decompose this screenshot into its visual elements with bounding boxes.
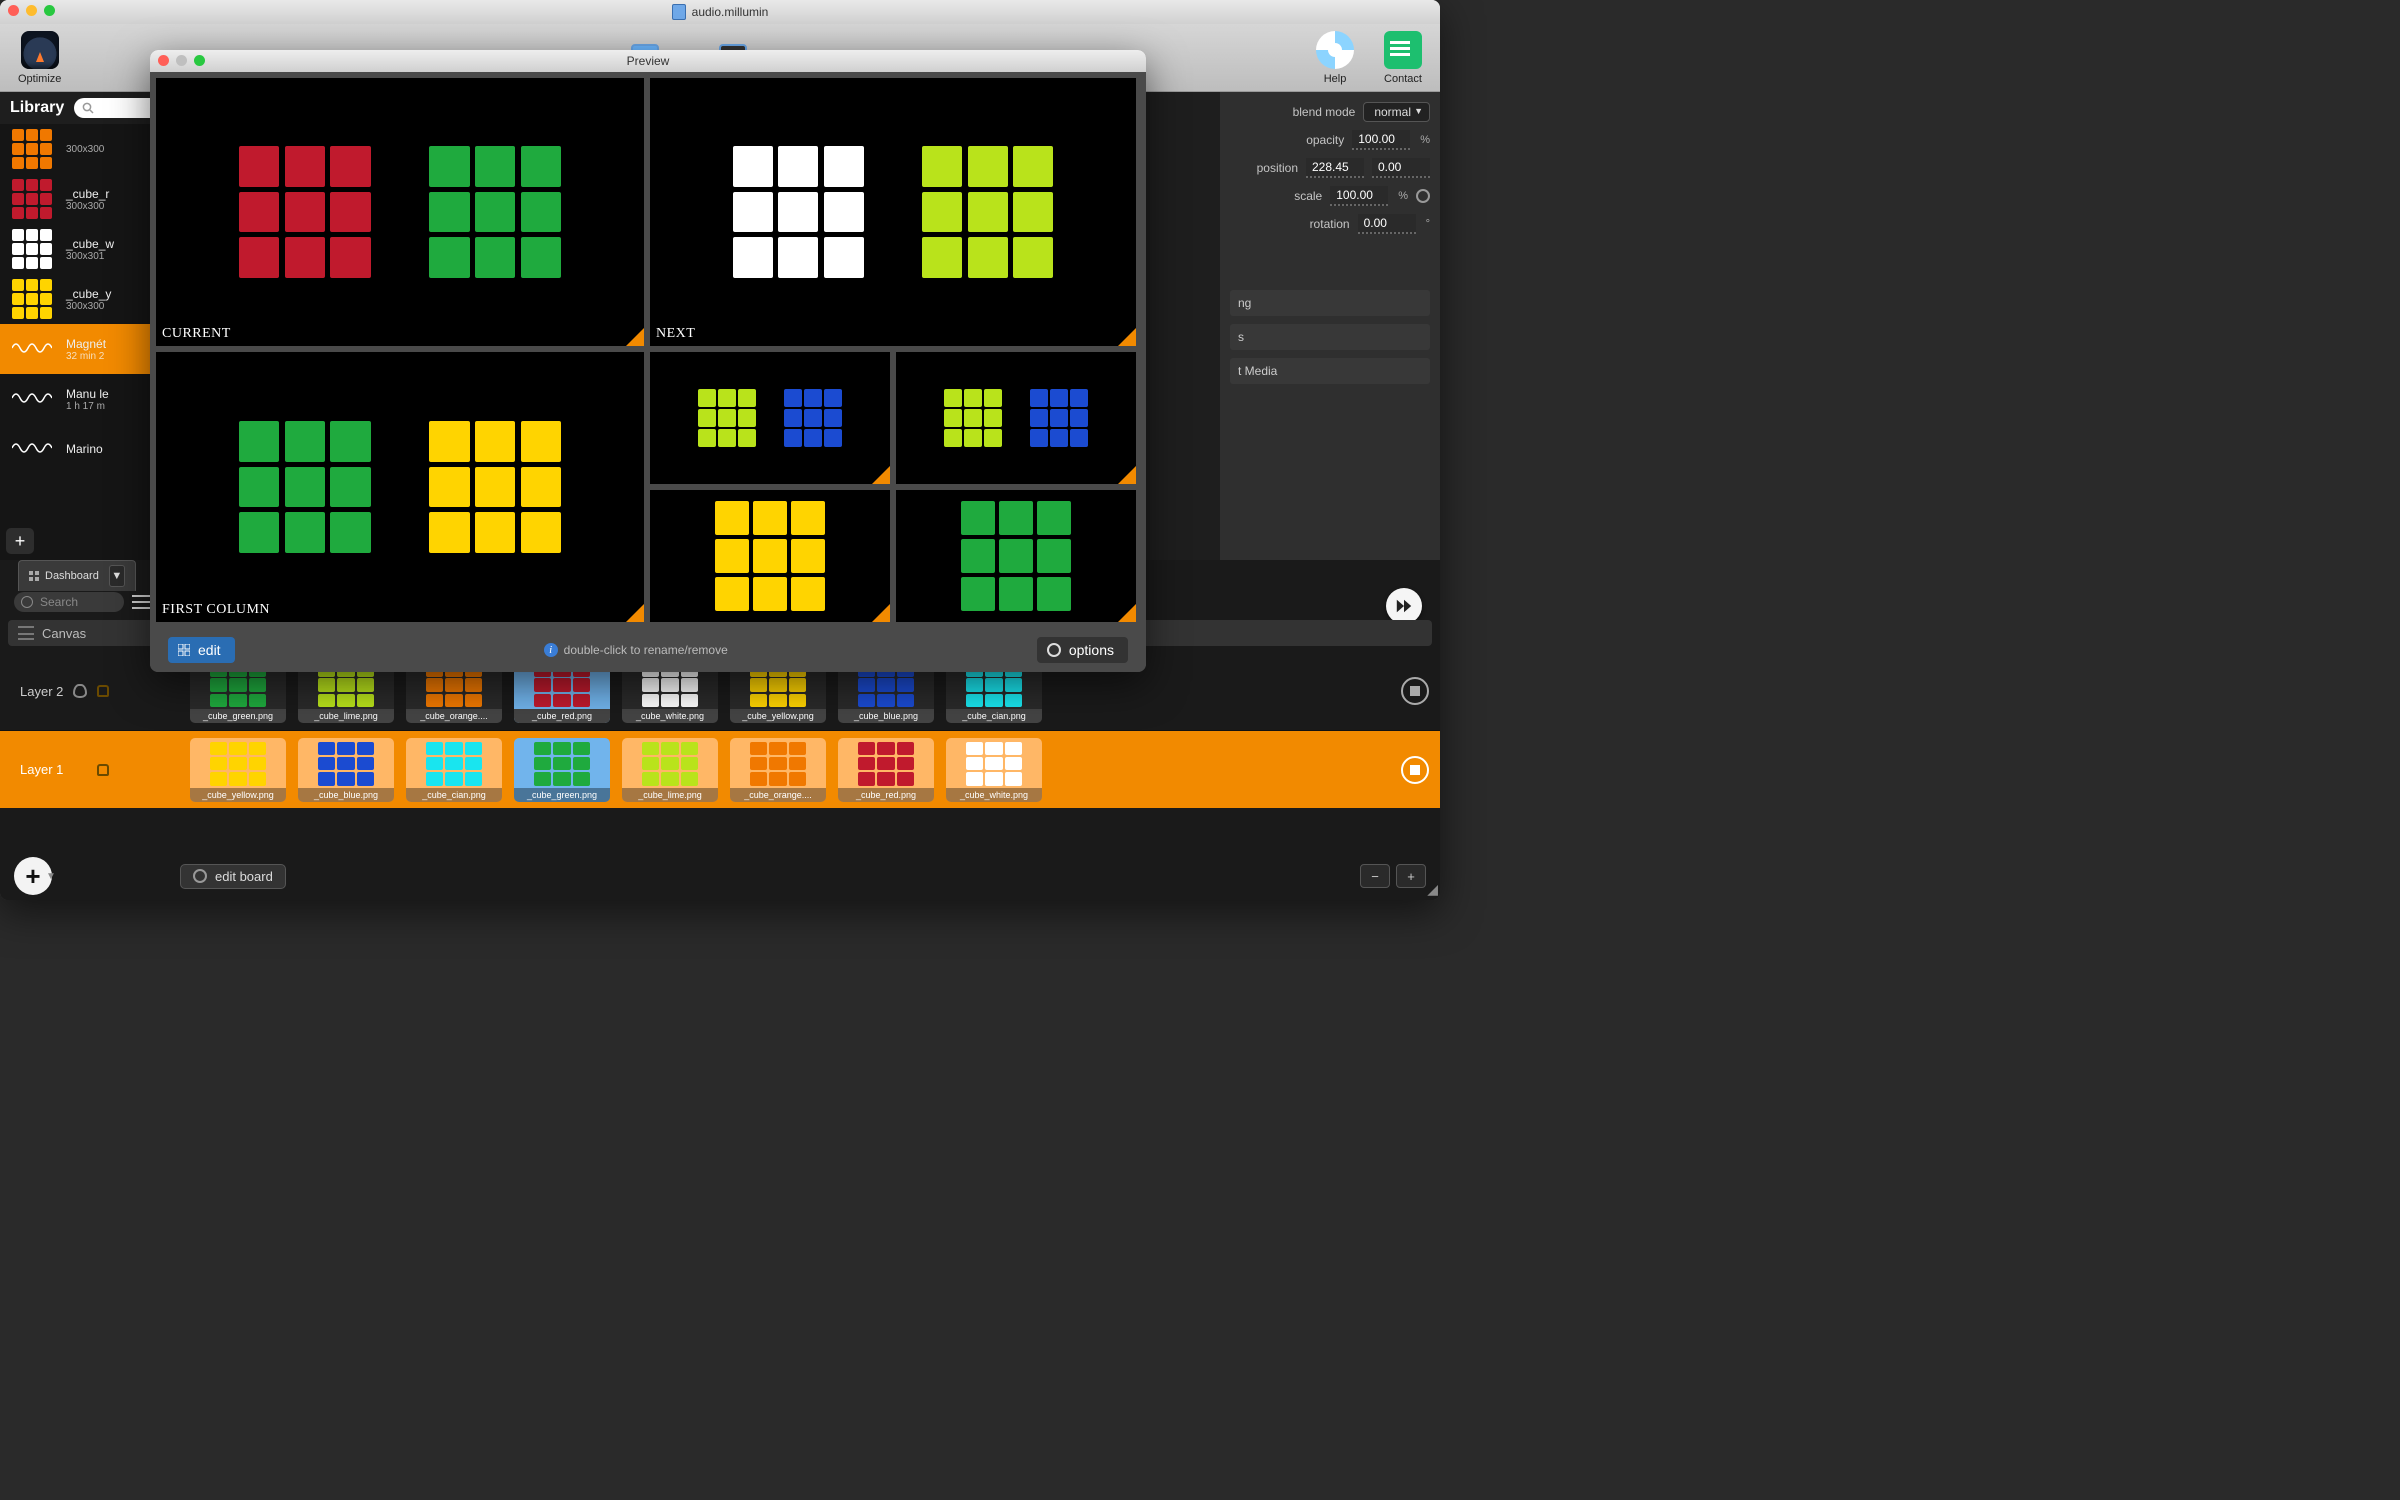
preview-options-button[interactable]: options — [1037, 637, 1128, 663]
timeline-search[interactable]: Search — [14, 592, 124, 612]
help-button[interactable]: Help — [1316, 31, 1354, 85]
clip[interactable]: _cube_white.png — [946, 738, 1042, 802]
clip[interactable]: _cube_cian.png — [406, 738, 502, 802]
clip[interactable]: _cube_orange.... — [730, 738, 826, 802]
opacity-label: opacity — [1264, 133, 1344, 147]
dashboard-dropdown[interactable]: ▼ — [109, 565, 125, 587]
document-icon — [672, 4, 686, 20]
lock-toggle[interactable] — [97, 764, 109, 776]
dashboard-tab[interactable]: Dashboard ▼ — [18, 560, 136, 591]
optimize-label: Optimize — [18, 73, 61, 85]
edit-board-button[interactable]: edit board — [180, 864, 286, 889]
zoom-in-button[interactable]: + — [1396, 864, 1426, 888]
fast-forward-icon — [1395, 597, 1413, 615]
visibility-toggle[interactable] — [73, 763, 87, 777]
contact-icon — [1384, 31, 1422, 69]
zoom-out-button[interactable]: − — [1360, 864, 1390, 888]
preview-zoom[interactable] — [194, 55, 205, 66]
clip[interactable]: _cube_yellow.png — [190, 738, 286, 802]
scale-label: scale — [1242, 189, 1322, 203]
opacity-field[interactable]: 100.00 — [1352, 130, 1410, 150]
blend-mode-label: blend mode — [1275, 105, 1355, 119]
preview-first-column[interactable]: FIRST COLUMN — [156, 352, 644, 622]
contact-button[interactable]: Contact — [1384, 31, 1422, 85]
scale-field[interactable]: 100.00 — [1330, 186, 1388, 206]
preview-edit-button[interactable]: edit — [168, 637, 235, 663]
window-title: audio.millumin — [692, 5, 769, 19]
preview-current[interactable]: CURRENT — [156, 78, 644, 346]
add-layer-dropdown[interactable]: ▼ — [46, 871, 56, 882]
preview-thumb-2[interactable] — [896, 352, 1136, 484]
canvas-label: Canvas — [42, 626, 86, 641]
preview-thumb-4[interactable] — [896, 490, 1136, 622]
properties-panel: blend mode normal opacity 100.00% positi… — [1220, 92, 1440, 560]
gauge-icon — [21, 31, 59, 69]
layer-row[interactable]: Layer 1_cube_yellow.png_cube_blue.png_cu… — [0, 730, 1440, 808]
layer-stop-button[interactable] — [1401, 756, 1429, 784]
clip[interactable]: _cube_red.png — [838, 738, 934, 802]
preview-close[interactable] — [158, 55, 169, 66]
library-title: Library — [10, 99, 64, 117]
optimize-button[interactable]: Optimize — [18, 31, 61, 85]
layer-stop-button[interactable] — [1401, 677, 1429, 705]
search-icon — [82, 102, 94, 114]
preview-thumb-3[interactable] — [650, 490, 890, 622]
clip[interactable]: _cube_green.png — [514, 738, 610, 802]
contact-label: Contact — [1384, 73, 1422, 85]
clip[interactable]: _cube_blue.png — [298, 738, 394, 802]
properties-section-1[interactable]: ng — [1230, 290, 1430, 316]
library-add-button[interactable]: + — [6, 528, 34, 554]
gear-icon[interactable] — [1416, 189, 1430, 203]
clip[interactable]: _cube_lime.png — [622, 738, 718, 802]
rotation-field[interactable]: 0.00 — [1358, 214, 1416, 234]
position-x-field[interactable]: 228.45 — [1306, 158, 1364, 178]
preview-hint: idouble-click to rename/remove — [544, 643, 728, 657]
help-icon — [1316, 31, 1354, 69]
window-close[interactable] — [8, 5, 19, 16]
gear-icon — [193, 869, 207, 883]
preview-titlebar[interactable]: Preview — [150, 50, 1146, 72]
play-next-button[interactable] — [1386, 588, 1422, 624]
window-zoom[interactable] — [44, 5, 55, 16]
help-label: Help — [1324, 73, 1347, 85]
blend-mode-select[interactable]: normal — [1363, 102, 1430, 122]
position-label: position — [1218, 161, 1298, 175]
layers-icon — [18, 626, 34, 640]
grid-icon — [29, 571, 39, 581]
visibility-toggle[interactable] — [73, 684, 87, 698]
preview-title: Preview — [627, 54, 670, 68]
properties-section-2[interactable]: s — [1230, 324, 1430, 350]
preview-window: Preview CURRENT NEXT FIRST COLUMN edit i… — [150, 50, 1146, 672]
preview-minimize[interactable] — [176, 55, 187, 66]
resize-handle[interactable]: ◢ — [1427, 881, 1438, 898]
preview-next[interactable]: NEXT — [650, 78, 1136, 346]
preview-thumb-1[interactable] — [650, 352, 890, 484]
lock-toggle[interactable] — [97, 685, 109, 697]
rotation-label: rotation — [1270, 217, 1350, 231]
app-titlebar[interactable]: audio.millumin — [0, 0, 1440, 24]
gear-icon — [1047, 643, 1061, 657]
grid-icon — [178, 644, 190, 656]
position-y-field[interactable]: 0.00 — [1372, 158, 1430, 178]
properties-section-3[interactable]: t Media — [1230, 358, 1430, 384]
list-view-toggle[interactable] — [132, 595, 150, 609]
window-minimize[interactable] — [26, 5, 37, 16]
